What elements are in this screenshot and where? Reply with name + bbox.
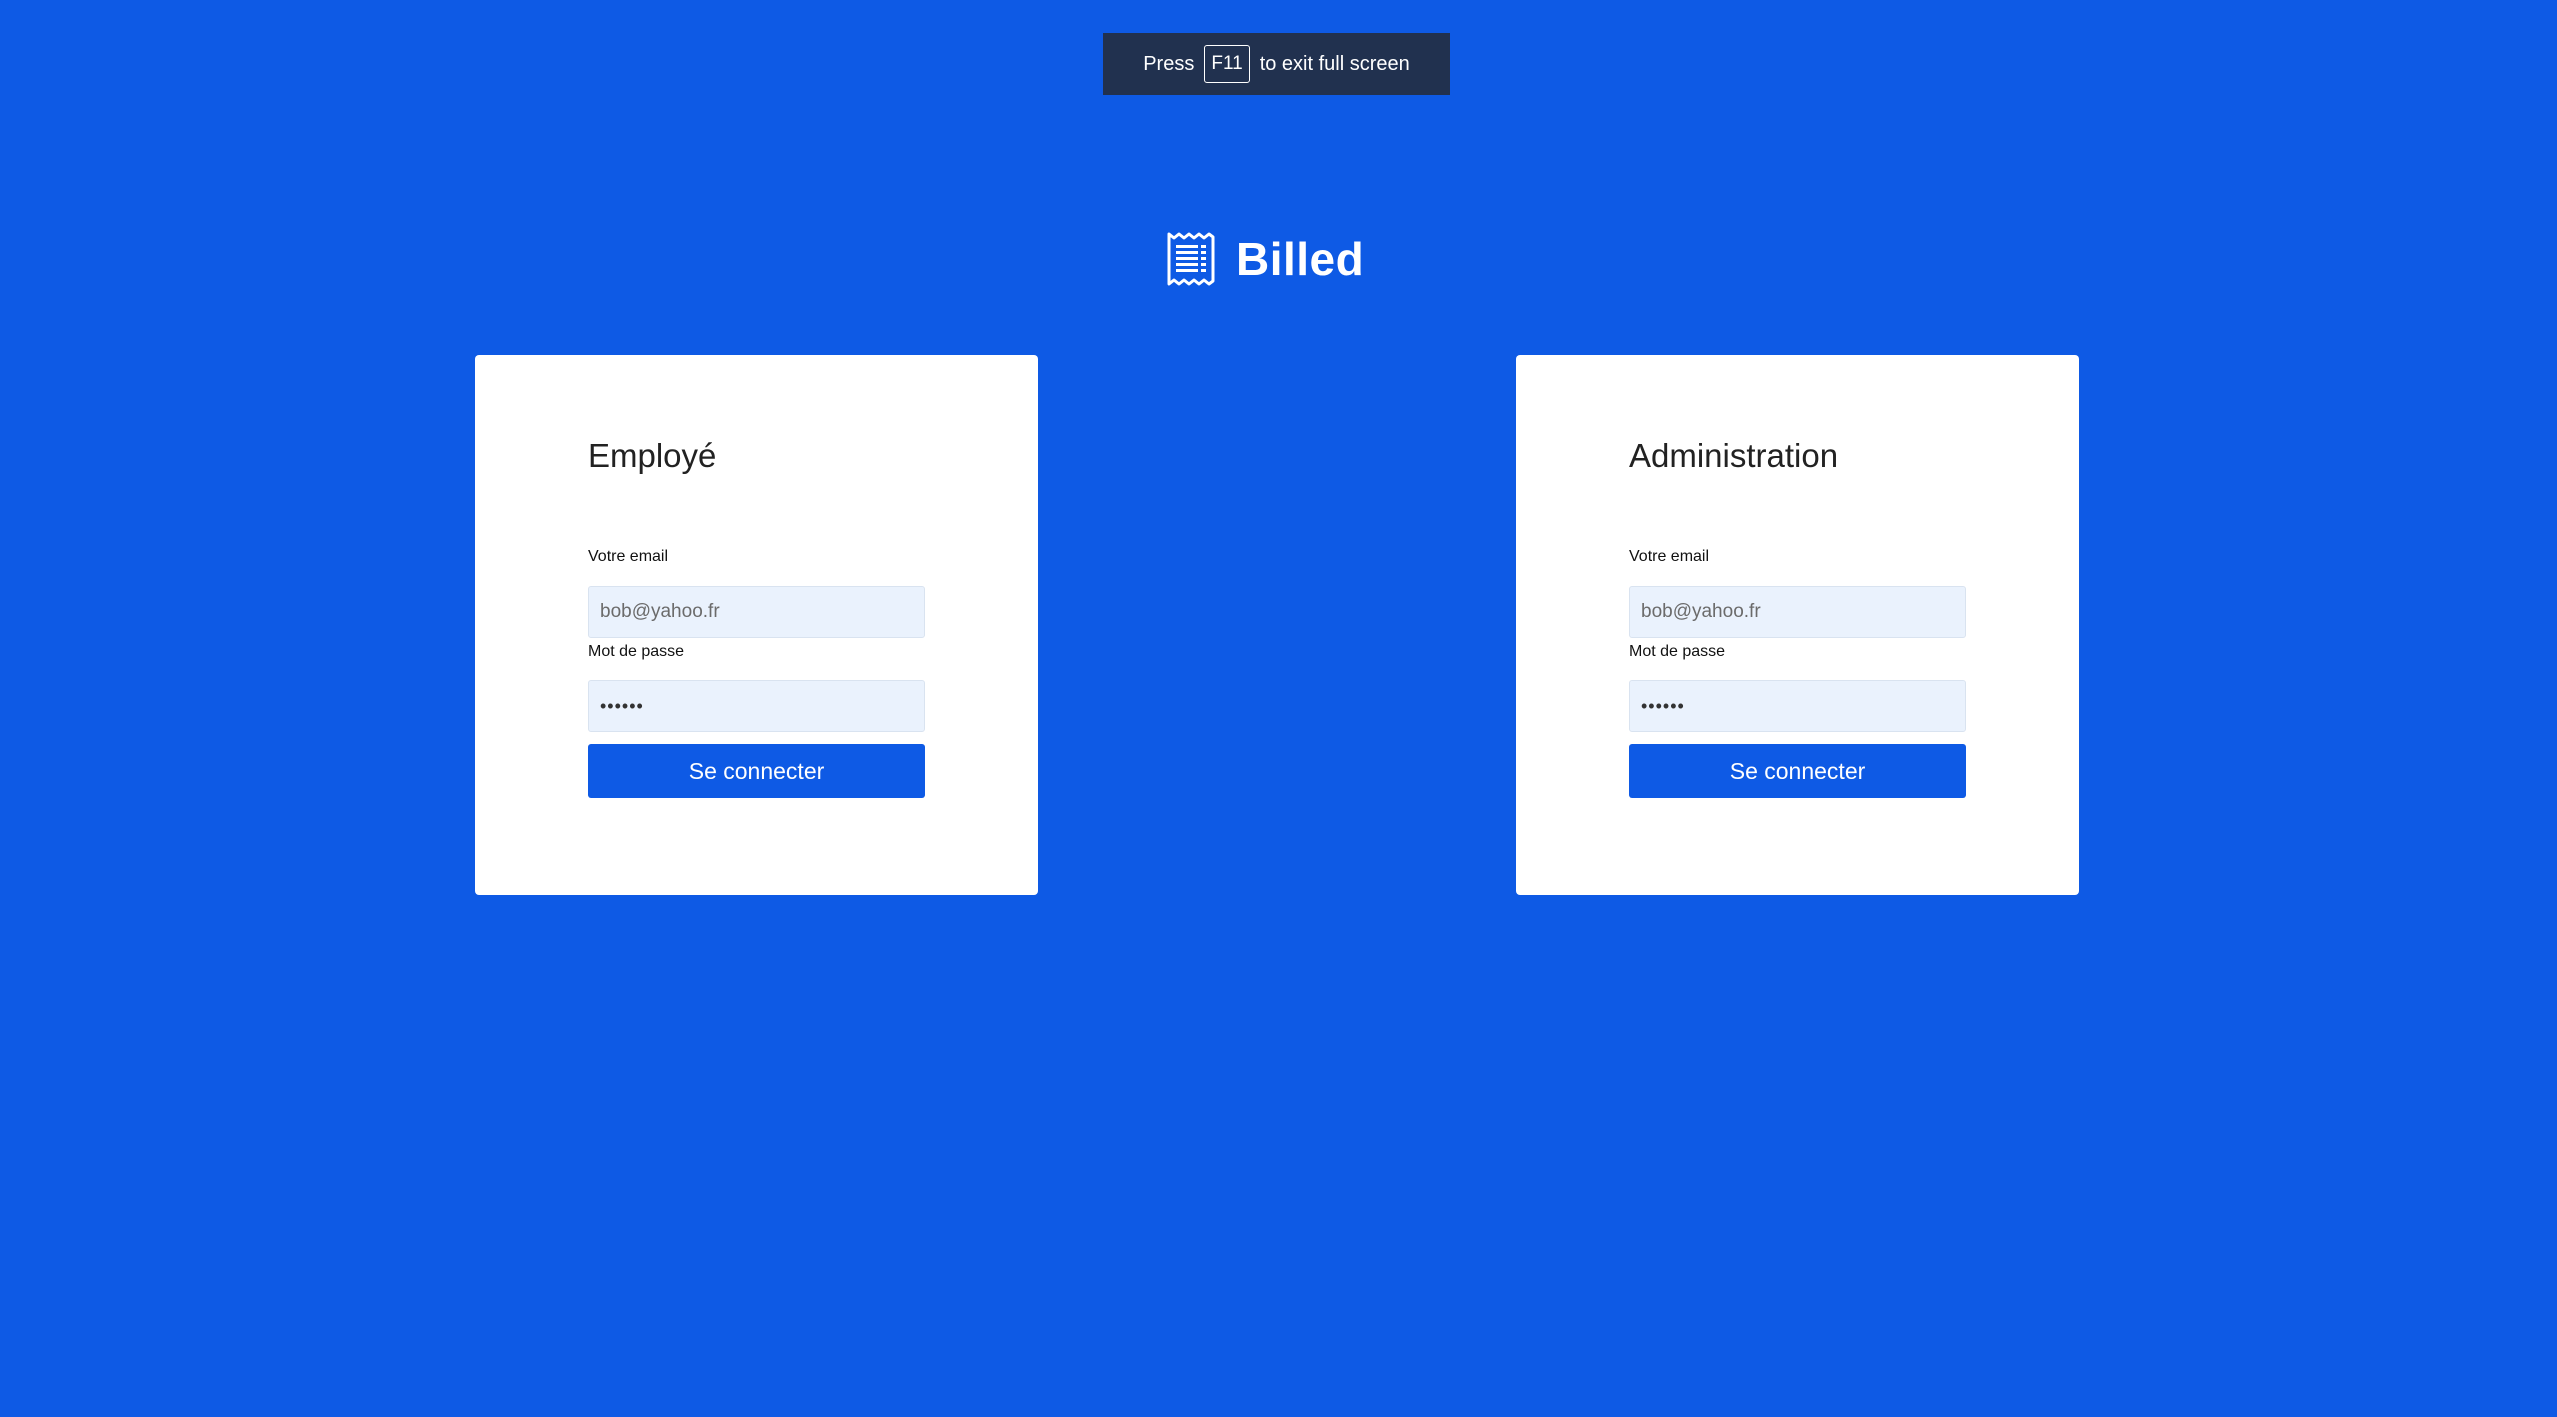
receipt-icon [1167, 232, 1215, 286]
employee-login-form: Employé Votre email Mot de passe Se conn… [475, 355, 1038, 895]
admin-login-form: Administration Votre email Mot de passe … [1516, 355, 2079, 895]
fullscreen-notice-prefix: Press [1143, 52, 1195, 75]
admin-email-input[interactable] [1629, 586, 1966, 638]
brand-name: Billed [1236, 233, 1365, 285]
fullscreen-notice-suffix: to exit full screen [1259, 52, 1410, 75]
admin-email-label: Votre email [1629, 548, 1710, 565]
employee-email-label: Votre email [588, 548, 669, 565]
admin-form-title: Administration [1629, 437, 1839, 474]
employee-login-button[interactable]: Se connecter [588, 744, 925, 798]
employee-form-title: Employé [588, 437, 717, 474]
f11-key-badge: F11 [1204, 45, 1250, 83]
employee-password-label: Mot de passe [588, 643, 685, 660]
employee-email-input[interactable] [588, 586, 925, 638]
admin-login-button[interactable]: Se connecter [1629, 744, 1966, 798]
brand: Billed [1166, 228, 1364, 290]
employee-password-input[interactable] [588, 680, 925, 732]
fullscreen-notice: Press F11 to exit full screen [1103, 33, 1450, 95]
login-page: Press F11 to exit full screen Billed Emp… [0, 0, 2557, 1417]
admin-password-label: Mot de passe [1629, 643, 1726, 660]
admin-password-input[interactable] [1629, 680, 1966, 732]
